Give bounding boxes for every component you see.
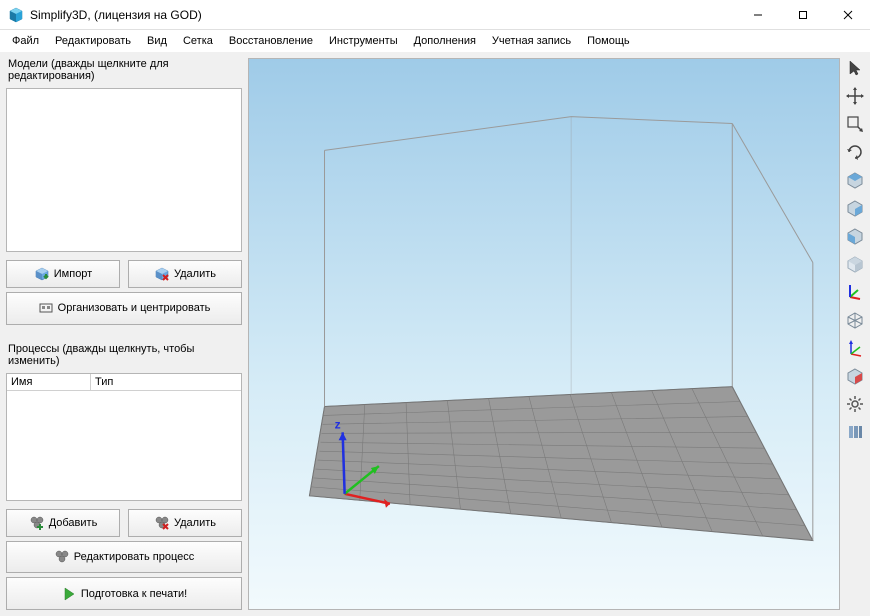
import-icon <box>34 266 50 282</box>
edit-process-label: Редактировать процесс <box>74 551 195 563</box>
proc-col-type[interactable]: Тип <box>91 374 241 390</box>
organize-button[interactable]: Организовать и центрировать <box>6 292 242 325</box>
close-button[interactable] <box>825 0 870 30</box>
delete-process-button[interactable]: Удалить <box>128 509 242 537</box>
edit-process-icon <box>54 549 70 565</box>
wireframe-tool[interactable] <box>843 308 867 332</box>
models-label: Модели (дважды щелкните для редактирован… <box>8 58 240 82</box>
play-icon <box>61 586 77 602</box>
normals-tool[interactable] <box>843 336 867 360</box>
view-top-tool[interactable] <box>843 168 867 192</box>
menu-view[interactable]: Вид <box>139 33 175 49</box>
window-title: Simplify3D, (лицензия на GOD) <box>30 8 735 22</box>
organize-label: Организовать и центрировать <box>58 302 211 314</box>
scale-tool[interactable] <box>843 112 867 136</box>
processes-header: Имя Тип <box>7 374 241 391</box>
delete-process-icon <box>154 515 170 531</box>
processes-listbox[interactable]: Имя Тип <box>6 373 242 501</box>
axis-z-label: z <box>335 417 341 431</box>
axis-gizmo-tool[interactable] <box>843 280 867 304</box>
view-side-tool[interactable] <box>843 224 867 248</box>
proc-col-name[interactable]: Имя <box>7 374 91 390</box>
menu-mesh[interactable]: Сетка <box>175 33 221 49</box>
delete-process-label: Удалить <box>174 517 216 529</box>
menu-file[interactable]: Файл <box>4 33 47 49</box>
titlebar: Simplify3D, (лицензия на GOD) <box>0 0 870 30</box>
move-tool[interactable] <box>843 84 867 108</box>
settings-tool[interactable] <box>843 392 867 416</box>
menu-help[interactable]: Помощь <box>579 33 638 49</box>
delete-icon <box>154 266 170 282</box>
maximize-button[interactable] <box>780 0 825 30</box>
rotate-tool[interactable] <box>843 140 867 164</box>
preview-tool[interactable] <box>843 420 867 444</box>
view-iso-tool[interactable] <box>843 252 867 276</box>
import-label: Импорт <box>54 268 92 280</box>
delete-label: Удалить <box>174 268 216 280</box>
import-button[interactable]: Импорт <box>6 260 120 288</box>
add-icon <box>29 515 45 531</box>
menubar: Файл Редактировать Вид Сетка Восстановле… <box>0 30 870 52</box>
menu-edit[interactable]: Редактировать <box>47 33 139 49</box>
minimize-button[interactable] <box>735 0 780 30</box>
select-tool[interactable] <box>843 56 867 80</box>
prepare-print-button[interactable]: Подготовка к печати! <box>6 577 242 610</box>
3d-viewport[interactable]: z <box>248 58 840 610</box>
prepare-label: Подготовка к печати! <box>81 588 187 600</box>
models-listbox[interactable] <box>6 88 242 252</box>
cross-section-tool[interactable] <box>843 364 867 388</box>
menu-restore[interactable]: Восстановление <box>221 33 321 49</box>
menu-tools[interactable]: Инструменты <box>321 33 406 49</box>
right-toolbar <box>840 52 870 616</box>
view-front-tool[interactable] <box>843 196 867 220</box>
add-process-button[interactable]: Добавить <box>6 509 120 537</box>
menu-account[interactable]: Учетная запись <box>484 33 579 49</box>
processes-label: Процессы (дважды щелкнуть, чтобы изменит… <box>8 343 240 367</box>
delete-model-button[interactable]: Удалить <box>128 260 242 288</box>
edit-process-button[interactable]: Редактировать процесс <box>6 541 242 574</box>
menu-addons[interactable]: Дополнения <box>406 33 484 49</box>
organize-icon <box>38 300 54 316</box>
add-label: Добавить <box>49 517 98 529</box>
app-icon <box>8 7 24 23</box>
left-panel: Модели (дважды щелкните для редактирован… <box>0 52 248 616</box>
